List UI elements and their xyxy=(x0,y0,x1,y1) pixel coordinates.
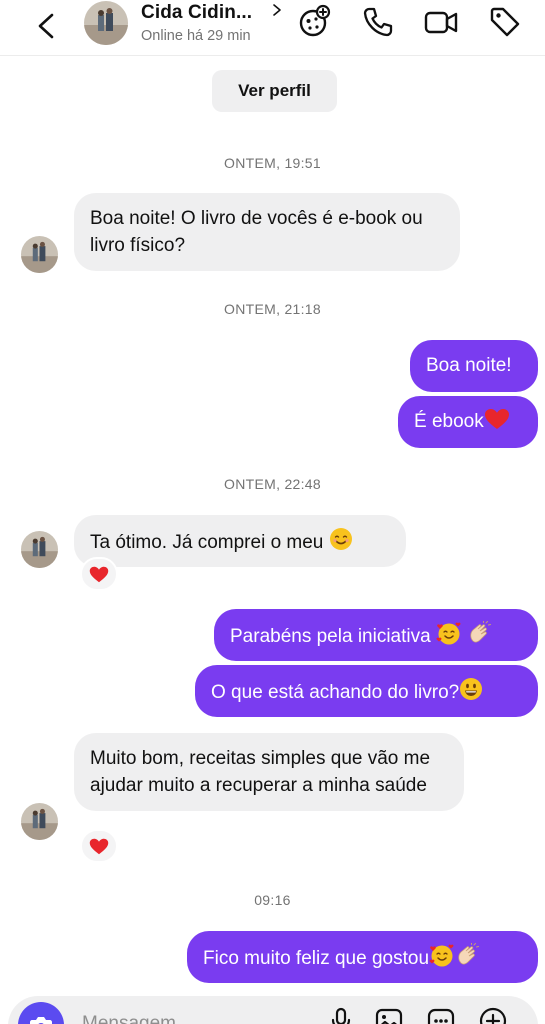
timestamp: ONTEM, 19:51 xyxy=(224,155,321,171)
microphone-icon[interactable] xyxy=(326,1006,356,1024)
red-heart-emoji-icon xyxy=(484,409,509,429)
timestamp: ONTEM, 22:48 xyxy=(224,476,321,492)
chat-header: Cida Cidin... Online há 29 min xyxy=(0,0,545,56)
message-text: Fico muito feliz que gostou xyxy=(203,948,430,969)
smiling-face-with-hearts-emoji-icon xyxy=(429,944,454,967)
tag-icon[interactable] xyxy=(487,4,523,40)
message-composer xyxy=(8,996,538,1024)
contact-name[interactable]: Cida Cidin... xyxy=(141,2,252,24)
games-icon[interactable] xyxy=(296,4,332,40)
outgoing-message[interactable]: É ebook xyxy=(398,396,538,448)
incoming-message[interactable]: Ta ótimo. Já comprei o meu xyxy=(74,515,406,567)
message-text: É ebook xyxy=(414,411,484,432)
grinning-face-emoji-icon xyxy=(460,678,483,700)
outgoing-message[interactable]: O que está achando do livro? xyxy=(195,665,538,717)
chevron-right-icon[interactable] xyxy=(270,2,284,18)
camera-button[interactable] xyxy=(18,1002,64,1024)
message-input[interactable] xyxy=(82,1010,302,1024)
video-call-icon[interactable] xyxy=(423,4,459,40)
clapping-hands-emoji-icon xyxy=(470,621,492,643)
camera-icon xyxy=(30,1017,52,1024)
clapping-hands-emoji-icon xyxy=(458,943,480,965)
sticker-icon[interactable] xyxy=(426,1006,456,1024)
add-circle-icon[interactable] xyxy=(478,1006,508,1024)
message-text: O que está achando do livro? xyxy=(211,682,460,703)
phone-icon[interactable] xyxy=(360,4,396,40)
contact-avatar-small[interactable] xyxy=(21,236,58,273)
contact-avatar-small[interactable] xyxy=(21,531,58,568)
smiling-face-emoji-icon xyxy=(329,528,352,550)
contact-avatar[interactable] xyxy=(84,1,128,45)
smiling-face-with-hearts-emoji-icon xyxy=(436,622,461,645)
heart-reaction[interactable] xyxy=(80,557,118,591)
online-status: Online há 29 min xyxy=(141,28,251,44)
timestamp: ONTEM, 21:18 xyxy=(224,301,321,317)
outgoing-message[interactable]: Parabéns pela iniciativa xyxy=(214,609,538,661)
timestamp: 09:16 xyxy=(254,892,291,908)
view-profile-button[interactable]: Ver perfil xyxy=(212,70,337,112)
red-heart-icon xyxy=(89,566,109,582)
contact-avatar-small[interactable] xyxy=(21,803,58,840)
message-text: Parabéns pela iniciativa xyxy=(230,626,431,647)
incoming-message[interactable]: Boa noite! O livro de vocês é e-book ou … xyxy=(74,193,460,271)
heart-reaction[interactable] xyxy=(80,829,118,863)
outgoing-message[interactable]: Boa noite! xyxy=(410,340,538,392)
outgoing-message[interactable]: Fico muito feliz que gostou xyxy=(187,931,538,983)
back-arrow-icon[interactable] xyxy=(28,8,64,44)
gallery-icon[interactable] xyxy=(374,1006,404,1024)
incoming-message[interactable]: Muito bom, receitas simples que vão me a… xyxy=(74,733,464,811)
message-text: Ta ótimo. Já comprei o meu xyxy=(90,532,324,553)
red-heart-icon xyxy=(89,838,109,854)
